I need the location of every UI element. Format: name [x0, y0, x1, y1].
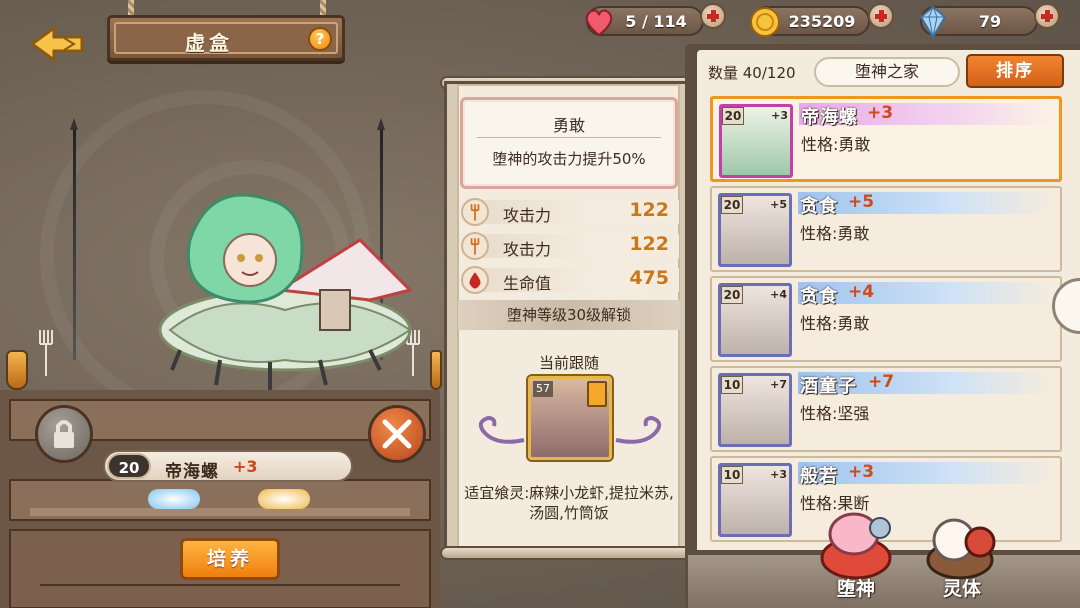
title-sign: 虚盒 ?: [107, 15, 345, 61]
home-tag: 堕神之家: [814, 57, 960, 87]
tab-spirit[interactable]: [920, 508, 1004, 584]
item-portrait: 10 +7: [718, 373, 792, 447]
follow-title: 当前跟随: [538, 354, 599, 372]
card-icon: [587, 381, 607, 407]
item-star-count: +3: [770, 468, 787, 481]
item-level: 20: [722, 107, 744, 125]
fork-decoration: [39, 330, 53, 376]
sort-button[interactable]: 排序: [966, 54, 1064, 88]
page-title: 虚盒: [185, 31, 233, 55]
resource-crystal: 79: [919, 5, 1038, 39]
crossed-tools-button[interactable]: [368, 405, 426, 463]
trait-title: 勇敢: [552, 116, 585, 135]
item-portrait: 10 +3: [718, 463, 792, 537]
item-level: 20: [721, 286, 743, 304]
blood-drop-icon: [461, 266, 489, 294]
item-trait: 性格:勇敢: [800, 314, 870, 333]
item-portrait: 20 +5: [718, 193, 792, 267]
resource-gold: 235209: [750, 6, 870, 37]
item-star-count: +4: [770, 288, 787, 301]
item-level: 10: [721, 376, 743, 394]
item-plus: +7: [868, 372, 895, 392]
item-plus: +3: [867, 103, 894, 123]
hero-character-image: [158, 193, 413, 390]
add-stamina-button[interactable]: [700, 3, 726, 29]
list-item[interactable]: 20 +4 贪食 +4 性格:勇敢: [710, 276, 1062, 362]
item-name: 帝海螺: [801, 107, 858, 128]
item-name: 贪食: [800, 196, 838, 217]
locked-slot-button[interactable]: [35, 405, 93, 463]
item-portrait: 20 +4: [718, 283, 792, 357]
item-name: 酒童子: [800, 376, 857, 397]
list-item[interactable]: 10 +7 酒童子 +7 性格:坚强: [710, 366, 1062, 452]
trait-card: 勇敢 堕神的攻击力提升50%: [460, 97, 678, 189]
list-item[interactable]: 20 +3 帝海螺 +3 性格:勇敢: [710, 96, 1062, 182]
scroll-bottom-roll: [440, 546, 697, 560]
item-plus: +3: [848, 462, 875, 482]
item-star-count: +7: [770, 378, 787, 391]
item-trait: 性格:勇敢: [800, 224, 870, 243]
orange-gem-slot[interactable]: [258, 489, 310, 509]
divider: [477, 137, 661, 138]
item-trait: 性格:勇敢: [801, 135, 871, 154]
help-button[interactable]: ?: [308, 27, 332, 51]
hero-name-plate: 20 帝海螺 +3: [103, 450, 353, 482]
follower-portrait[interactable]: 57: [528, 376, 612, 460]
crossed-fork-knife-icon: [382, 419, 412, 449]
item-trait: 性格:坚强: [800, 404, 870, 423]
item-name: 般若: [800, 466, 838, 487]
back-arrow-icon[interactable]: [28, 24, 88, 64]
trait-description: 堕神的攻击力提升50%: [492, 150, 646, 168]
train-button[interactable]: 培养: [180, 538, 280, 580]
ornament-swirl: [615, 415, 662, 444]
gold-coin-icon: [750, 7, 780, 37]
item-level: 20: [721, 196, 743, 214]
follower-level: 57: [533, 381, 553, 397]
ornament-swirl: [478, 415, 525, 444]
item-plus: +4: [848, 282, 875, 302]
item-level: 10: [721, 466, 743, 484]
spear-decoration: [70, 118, 78, 360]
add-crystal-button[interactable]: [1034, 3, 1060, 29]
stat-value: 122: [629, 199, 669, 221]
stat-value: 475: [629, 267, 669, 289]
heart-icon: [585, 9, 613, 37]
hero-plus: +3: [233, 457, 258, 476]
blue-gem-slot[interactable]: [148, 489, 200, 509]
item-portrait: 20 +3: [719, 104, 793, 178]
lock-icon: [54, 420, 74, 448]
resource-stamina: 5 / 114: [585, 6, 704, 37]
item-name: 贪食: [800, 286, 838, 307]
tab-fallen-god[interactable]: [814, 506, 898, 582]
stat-label: 攻击力: [503, 206, 552, 225]
crystal-value: 79: [978, 12, 1002, 31]
item-plus: +5: [848, 192, 875, 212]
capacity-count: 数量 40/120: [708, 64, 796, 82]
item-star-count: +3: [771, 109, 788, 122]
unlock-notice: 堕神等级30级解锁: [458, 300, 680, 330]
stamina-value: 5 / 114: [625, 12, 687, 31]
fork-icon: [461, 198, 489, 226]
stat-row-attack: 攻击力 122: [457, 196, 679, 228]
stat-row-attack: 攻击力 122: [457, 230, 679, 262]
hero-level-badge: 20: [107, 453, 151, 479]
tab-label-spirit[interactable]: 灵体: [920, 574, 1004, 601]
stat-row-hp: 生命值 475: [457, 264, 679, 296]
crystal-icon: [919, 5, 947, 39]
stat-label: 攻击力: [503, 240, 552, 259]
hero-name: 帝海螺: [165, 462, 219, 482]
gold-value: 235209: [788, 12, 856, 31]
item-star-count: +5: [770, 198, 787, 211]
stat-label: 生命值: [503, 274, 552, 293]
tab-label-fallen-god[interactable]: 堕神: [814, 574, 898, 601]
suitable-food-souls: 适宜飨灵:麻辣小龙虾,提拉米苏,汤圆,竹筒饭: [464, 484, 674, 522]
add-gold-button[interactable]: [868, 3, 894, 29]
fork-icon: [461, 232, 489, 260]
stat-value: 122: [629, 233, 669, 255]
list-item[interactable]: 20 +5 贪食 +5 性格:勇敢: [710, 186, 1062, 272]
